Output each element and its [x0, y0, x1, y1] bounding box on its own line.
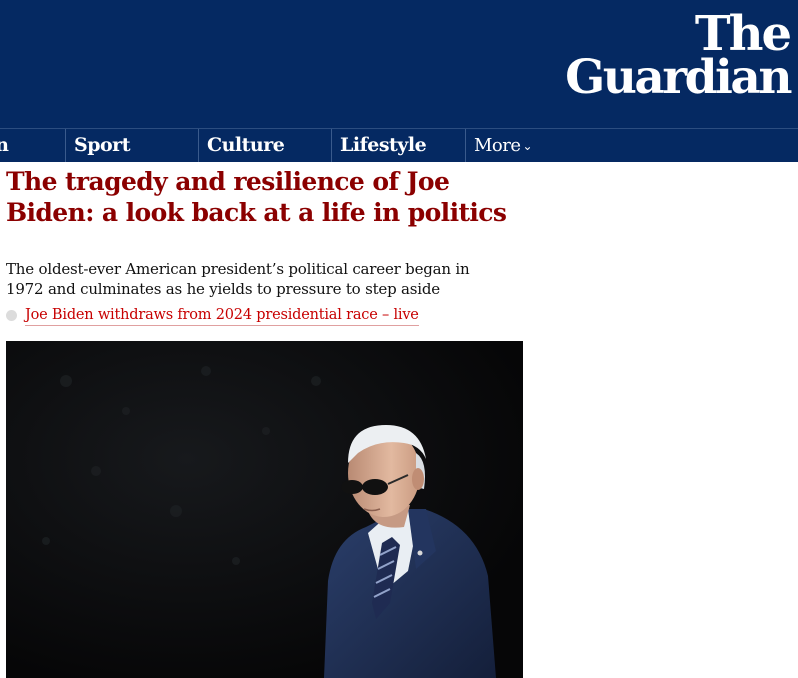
article-standfirst: The oldest-ever American president’s pol… — [6, 260, 470, 298]
guardian-logo[interactable]: The Guardian — [565, 4, 792, 105]
nav-item-more[interactable]: More ⌄ — [465, 129, 574, 162]
primary-nav: on Sport Culture Lifestyle More⌄ — [0, 128, 798, 162]
logo-line-guardian: Guardian — [565, 50, 792, 105]
related-live-link[interactable]: Joe Biden withdraws from 2024 presidenti… — [25, 305, 419, 326]
nav-item-sport[interactable]: Sport — [65, 129, 198, 162]
related-live-link-row: Joe Biden withdraws from 2024 presidenti… — [6, 305, 419, 326]
article-headline[interactable]: The tragedy and resilience of Joe Biden:… — [6, 166, 526, 228]
photo-illustration — [6, 341, 523, 678]
chevron-down-icon: ⌄ — [522, 138, 533, 153]
live-dot-icon — [6, 309, 17, 321]
nav-more-label: More — [474, 135, 521, 156]
masthead: The Guardian — [0, 0, 798, 128]
nav-item-culture[interactable]: Culture — [198, 129, 331, 162]
nav-item-lifestyle[interactable]: Lifestyle — [331, 129, 464, 162]
nav-item-opinion[interactable]: on — [0, 129, 47, 162]
article-main-image[interactable] — [6, 341, 523, 678]
